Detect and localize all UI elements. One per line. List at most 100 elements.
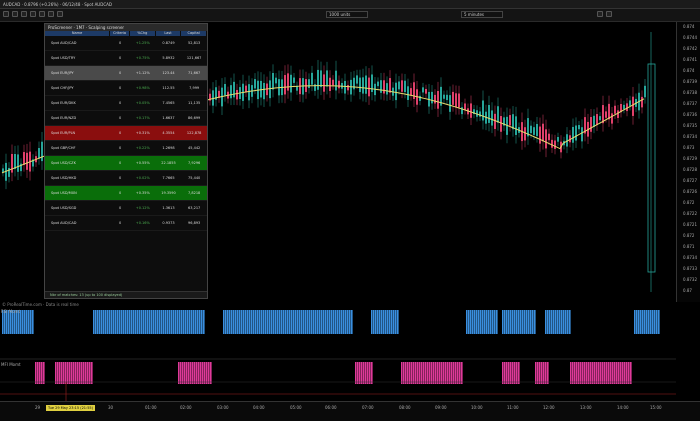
- units-select[interactable]: 1000 units: [326, 11, 368, 18]
- histogram-bar-down: [437, 362, 439, 384]
- candle-body: [575, 125, 577, 141]
- rsi-momentum-histogram: [2, 310, 660, 384]
- screener-cell: 0: [118, 131, 122, 135]
- candle-body: [410, 88, 412, 96]
- screener-cell: +0.22%: [135, 146, 150, 150]
- histogram-bar-up: [291, 310, 293, 334]
- histogram-bar-down: [371, 362, 373, 384]
- histogram-bar-down: [594, 362, 596, 384]
- histogram-bar-down: [73, 362, 75, 384]
- text-icon[interactable]: [39, 11, 45, 17]
- screener-row[interactable]: Spot CHF/JPY 0 +0.98% 112.55 7,999: [45, 81, 207, 96]
- histogram-bar-down: [81, 362, 83, 384]
- time-label: 12:00: [543, 405, 555, 410]
- histogram-bar-down: [584, 362, 586, 384]
- histogram-bar-up: [522, 310, 524, 334]
- alert-icon[interactable]: [57, 11, 63, 17]
- screener-col-capital[interactable]: Capital: [181, 31, 208, 36]
- screener-col-criteria[interactable]: Criteria: [110, 31, 130, 36]
- histogram-bar-down: [200, 362, 202, 384]
- histogram-bar-down: [451, 362, 453, 384]
- histogram-bar-down: [55, 362, 57, 384]
- histogram-bar-up: [163, 310, 165, 334]
- screener-row[interactable]: Spot EUR/JPY 0 +1.12% 123.44 71,667: [45, 66, 207, 81]
- candle-body: [545, 129, 547, 149]
- screener-cell: 0: [118, 146, 122, 150]
- screener-cell: +1.12%: [135, 71, 150, 75]
- histogram-bar-down: [604, 362, 606, 384]
- histogram-bar-down: [433, 362, 435, 384]
- histogram-bar-up: [470, 310, 472, 334]
- histogram-bar-down: [512, 362, 514, 384]
- screener-row[interactable]: Spot USD/TRY 0 +0.75% 5.8932 121,667: [45, 51, 207, 66]
- screener-cell: 5.8932: [162, 56, 175, 60]
- candle-body: [320, 70, 322, 88]
- screener-row[interactable]: Spot AUD/CAD 0 +0.16% 0.9373 96,893: [45, 216, 207, 231]
- histogram-bar-up: [349, 310, 351, 334]
- histogram-bar-up: [656, 310, 658, 334]
- histogram-bar-up: [227, 310, 229, 334]
- histogram-bar-up: [518, 310, 520, 334]
- histogram-bar-up: [391, 310, 393, 334]
- histogram-bar-up: [375, 310, 377, 334]
- histogram-bar-down: [504, 362, 506, 384]
- candle-body: [377, 81, 379, 87]
- time-cursor-label: Tue 29 May 23:15 (21:55): [46, 405, 96, 411]
- screener-row[interactable]: Spot USD/SGD 0 +0.12% 1.3613 63,217: [45, 201, 207, 216]
- histogram-bar-up: [492, 310, 494, 334]
- screener-row[interactable]: Spot EUR/PLN 0 +0.31% 4.3554 122,878: [45, 126, 207, 141]
- screener-cell: 4.3554: [162, 131, 175, 135]
- window-title-bar: AUDCAD · 0.8796 (+0.26%) · 06/12/48 · Sp…: [0, 0, 700, 9]
- timeframe-select[interactable]: 5 minutes: [461, 11, 503, 18]
- histogram-bar-up: [251, 310, 253, 334]
- screener-cell: 11,135: [188, 101, 201, 105]
- settings-icon[interactable]: [597, 11, 603, 17]
- histogram-bar-down: [91, 362, 93, 384]
- screener-row[interactable]: Spot EUR/NZD 0 +0.17% 1.6637 86,699: [45, 111, 207, 126]
- cursor-icon[interactable]: [3, 11, 9, 17]
- histogram-bar-down: [192, 362, 194, 384]
- screener-row[interactable]: Spot USD/MXN 0 +0.35% 19.3590 7,8218: [45, 186, 207, 201]
- indicator-icon[interactable]: [48, 11, 54, 17]
- histogram-bar-down: [75, 362, 77, 384]
- histogram-bar-up: [545, 310, 547, 334]
- screener-row[interactable]: Spot AUD/CAD 0 +1.25% 0.8749 52,813: [45, 36, 207, 51]
- histogram-bar-down: [606, 362, 608, 384]
- histogram-bar-down: [622, 362, 624, 384]
- histogram-bar-up: [119, 310, 121, 334]
- histogram-bar-up: [526, 310, 528, 334]
- screener-row[interactable]: Spot GBP/CHF 0 +0.22% 1.2698 45,442: [45, 141, 207, 156]
- histogram-bar-up: [143, 310, 145, 334]
- histogram-bar-up: [125, 310, 127, 334]
- histogram-bar-up: [105, 310, 107, 334]
- histogram-bar-down: [403, 362, 405, 384]
- screener-row[interactable]: Spot USD/CZK 0 +0.55% 22.1855 7,9296: [45, 156, 207, 171]
- histogram-bar-down: [516, 362, 518, 384]
- histogram-bar-down: [624, 362, 626, 384]
- candle-body: [617, 110, 619, 118]
- histogram-bar-up: [167, 310, 169, 334]
- crosshair-icon[interactable]: [12, 11, 18, 17]
- screener-row[interactable]: Spot EUR/DKK 0 +0.05% 7.4565 11,135: [45, 96, 207, 111]
- proscreener-panel[interactable]: ProScreener · 1M7 · Scalping screener Na…: [44, 23, 208, 299]
- histogram-bar-up: [28, 310, 30, 334]
- zoom-icon[interactable]: [30, 11, 36, 17]
- screener-col-name[interactable]: Name: [45, 31, 111, 36]
- histogram-bar-up: [496, 310, 498, 334]
- screener-row[interactable]: Spot USD/HKD 0 +0.02% 7.7665 75,440: [45, 171, 207, 186]
- price-label: 0.8722: [683, 211, 697, 216]
- window-icon[interactable]: [606, 11, 612, 17]
- histogram-bar-down: [453, 362, 455, 384]
- price-label: 0.8732: [683, 277, 697, 282]
- histogram-bar-up: [488, 310, 490, 334]
- histogram-bar-up: [565, 310, 567, 334]
- histogram-bar-up: [325, 310, 327, 334]
- screener-col-last[interactable]: Last: [156, 31, 182, 36]
- candle-body: [326, 70, 328, 87]
- histogram-bar-up: [131, 310, 133, 334]
- draw-line-icon[interactable]: [21, 11, 27, 17]
- screener-col-chg[interactable]: %Chg: [130, 31, 156, 36]
- histogram-bar-up: [269, 310, 271, 334]
- histogram-bar-up: [93, 310, 95, 334]
- candle-body: [245, 85, 247, 93]
